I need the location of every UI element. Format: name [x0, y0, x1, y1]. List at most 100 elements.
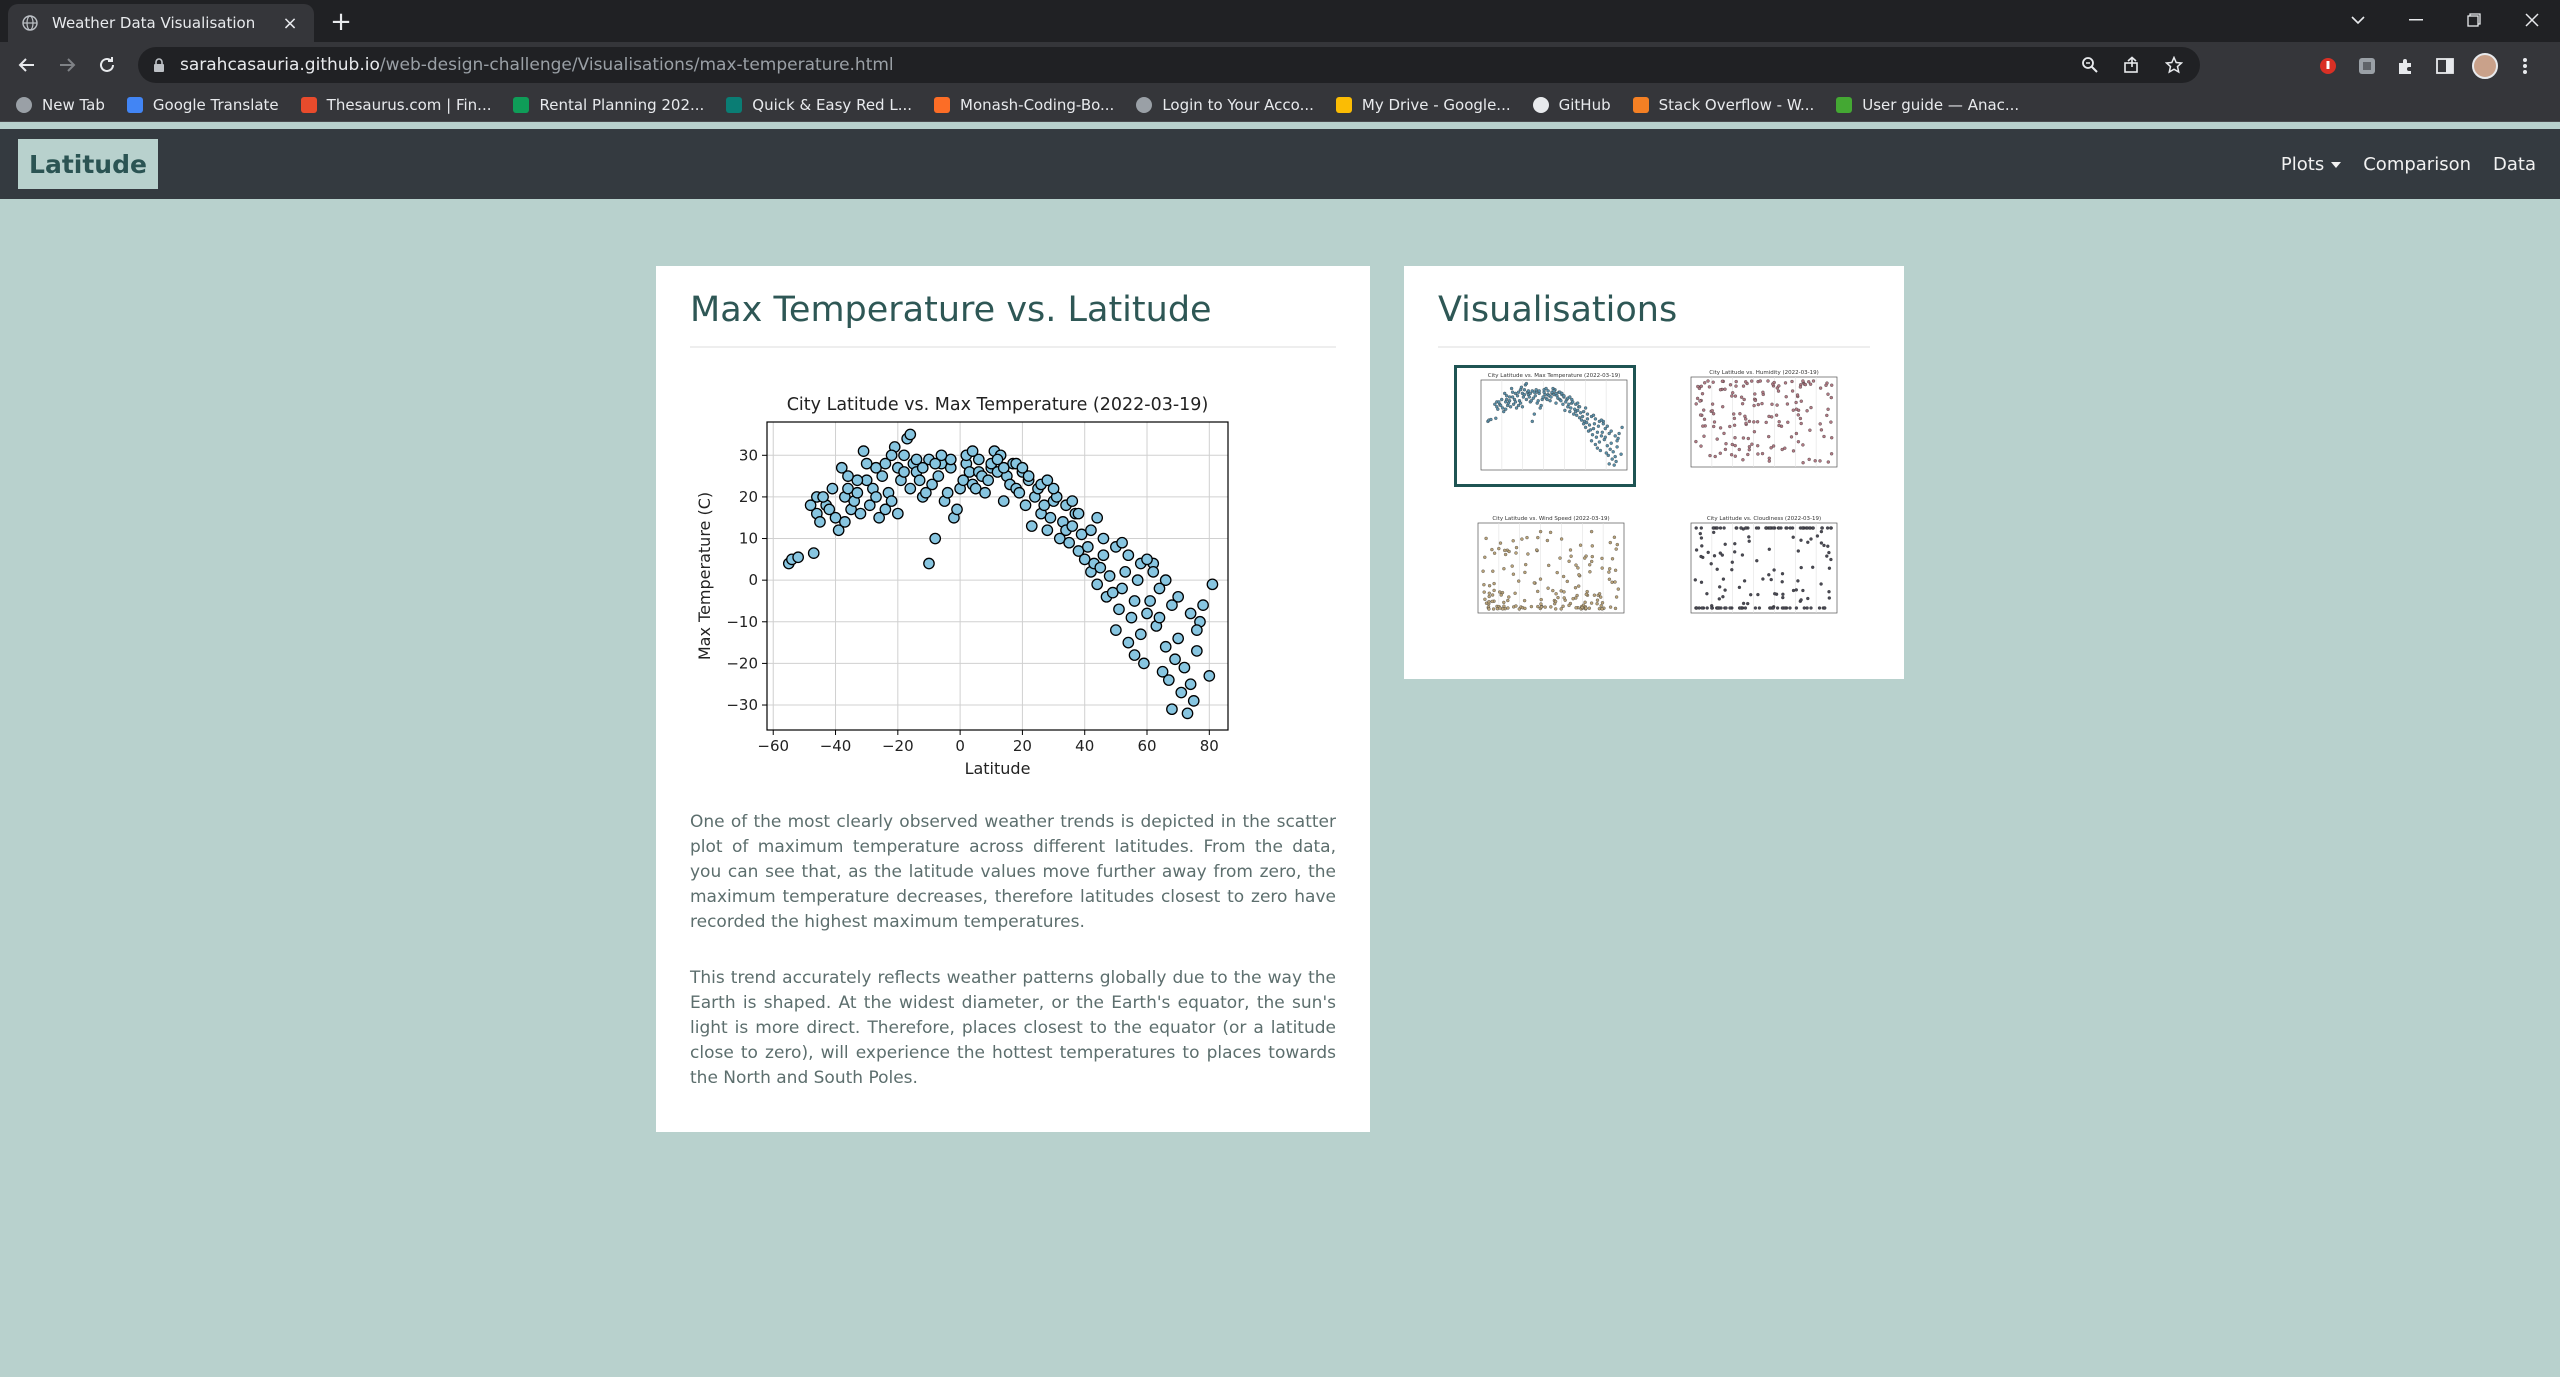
bookmark-item[interactable]: Rental Planning 202...	[513, 96, 704, 114]
bookmark-item[interactable]: My Drive - Google...	[1335, 96, 1511, 114]
thumbnail-point	[1570, 397, 1574, 402]
lock-icon[interactable]	[152, 58, 166, 72]
thumbnail-point	[1717, 597, 1721, 601]
thumbnail-point	[1756, 592, 1760, 597]
visualisation-thumbnail[interactable]: City Latitude vs. Cloudiness (2022-03-19…	[1667, 511, 1849, 633]
bookmark-item[interactable]: Thesaurus.com | Fin...	[300, 96, 491, 114]
thumbnail-point	[1571, 597, 1575, 601]
data-point	[1072, 507, 1085, 520]
data-point	[932, 470, 945, 482]
thumbnail-point	[1614, 595, 1619, 599]
thumbnail-point	[1620, 425, 1624, 430]
brand-link[interactable]: Latitude	[18, 139, 158, 189]
thumbnail-point	[1776, 389, 1781, 393]
extensions-puzzle-icon[interactable]	[2394, 54, 2418, 78]
bookmark-item[interactable]: Login to Your Acco...	[1136, 96, 1314, 114]
extension-red-icon[interactable]	[2316, 54, 2340, 78]
forward-icon[interactable]	[52, 50, 82, 80]
thumbnail-point	[1777, 423, 1781, 428]
data-point	[1178, 661, 1191, 674]
address-bar[interactable]: sarahcasauria.github.io/web-design-chall…	[138, 47, 2200, 83]
extension-grey-icon[interactable]	[2355, 54, 2379, 78]
thumbnail-point	[1740, 402, 1745, 406]
thumbnail-point	[1785, 402, 1790, 406]
thumbnail-point	[1613, 568, 1618, 572]
thumbnail-point	[1723, 542, 1727, 546]
restore-button[interactable]	[2446, 0, 2502, 40]
thumbnail-point	[1771, 606, 1775, 610]
bookmark-item[interactable]: Stack Overflow - W...	[1632, 96, 1814, 114]
bookmark-item[interactable]: New Tab	[16, 96, 105, 114]
side-panel-icon[interactable]	[2433, 54, 2457, 78]
thumbnail-point	[1764, 420, 1768, 425]
reload-icon[interactable]	[92, 50, 122, 80]
bookmark-item[interactable]: Google Translate	[126, 96, 279, 114]
thumbnail-point	[1608, 567, 1612, 571]
data-point	[997, 495, 1010, 507]
thumbnail-point	[1734, 384, 1738, 388]
data-point	[923, 557, 935, 570]
bookmark-item[interactable]: User guide — Anac...	[1836, 96, 2019, 114]
minimize-button[interactable]	[2388, 0, 2444, 40]
close-window-button[interactable]	[2504, 0, 2560, 40]
visualisation-thumbnail[interactable]: City Latitude vs. Wind Speed (2022-03-19…	[1454, 511, 1636, 633]
data-point	[1097, 532, 1110, 545]
thumbnail-point	[1806, 540, 1810, 544]
thumbnail-point	[1788, 606, 1792, 610]
thumbnail-point	[1790, 389, 1795, 393]
close-tab-icon[interactable]: ×	[280, 13, 300, 34]
thumbnail-point	[1514, 604, 1518, 608]
visualisation-thumbnail[interactable]: City Latitude vs. Max Temperature (2022-…	[1454, 365, 1636, 487]
thumbnail-point	[1805, 526, 1809, 530]
thumbnail-point	[1728, 383, 1733, 387]
thumbnail-point	[1499, 403, 1503, 408]
bookmark-item[interactable]: GitHub	[1532, 96, 1611, 114]
thumbnail-point	[1799, 598, 1803, 602]
thumbnail-point	[1699, 444, 1703, 448]
thumbnail-point	[1584, 420, 1589, 425]
profile-avatar[interactable]	[2472, 53, 2498, 79]
scatter-chart: −60 −40 −20 0 20 40 60 80 −30 −20 −10 0 10 20 30 City L…	[690, 384, 1270, 794]
thumbnail-point	[1756, 526, 1761, 530]
thumbnail-point	[1510, 390, 1515, 394]
visualisation-thumbnail[interactable]: City Latitude vs. Humidity (2022-03-19)	[1667, 365, 1849, 487]
tab-search-icon[interactable]	[2330, 0, 2386, 40]
thumbnail-point	[1497, 546, 1501, 551]
thumbnail-point	[1699, 526, 1703, 530]
data-point	[941, 486, 954, 499]
thumbnail-point	[1513, 400, 1518, 404]
thumbnail-point	[1590, 544, 1594, 548]
thumbnail-point	[1829, 452, 1834, 456]
url-path: /web-design-challenge/Visualisations/max…	[379, 55, 894, 75]
bookmark-item[interactable]: Monash-Coding-Bo...	[934, 96, 1114, 114]
thumbnail-point	[1619, 452, 1623, 456]
thumbnail-point	[1780, 447, 1784, 452]
nav-data-link[interactable]: Data	[2493, 154, 2536, 175]
data-point	[979, 486, 991, 499]
thumbnail-point	[1815, 534, 1820, 538]
new-tab-button[interactable]: +	[326, 7, 356, 37]
thumbnail-point	[1710, 606, 1714, 610]
bookmark-item[interactable]: Quick & Easy Red L...	[726, 96, 912, 114]
thumbnail-point	[1753, 392, 1757, 396]
thumbnail-point	[1595, 430, 1600, 434]
y-tick-label: 30	[739, 446, 758, 464]
more-menu-icon[interactable]	[2513, 54, 2537, 78]
thumbnail-point	[1543, 605, 1547, 609]
data-point	[1119, 565, 1132, 578]
thumbnail-point	[1538, 529, 1543, 534]
thumbnail-point	[1498, 541, 1503, 545]
share-icon[interactable]	[2120, 53, 2144, 77]
thumbnail-point	[1514, 406, 1519, 410]
thumbnail-point	[1791, 449, 1796, 453]
bookmark-star-icon[interactable]	[2162, 53, 2186, 77]
thumbnail-frame	[1690, 522, 1838, 614]
nav-comparison-link[interactable]: Comparison	[2363, 154, 2471, 175]
nav-plots-dropdown[interactable]: Plots	[2281, 154, 2342, 175]
zoom-icon[interactable]	[2078, 53, 2102, 77]
back-icon[interactable]	[12, 50, 42, 80]
thumbnail-point	[1708, 453, 1712, 458]
browser-tab[interactable]: Weather Data Visualisation ×	[8, 4, 314, 42]
thumbnail-point	[1770, 402, 1774, 406]
thumbnail-point	[1799, 538, 1803, 542]
